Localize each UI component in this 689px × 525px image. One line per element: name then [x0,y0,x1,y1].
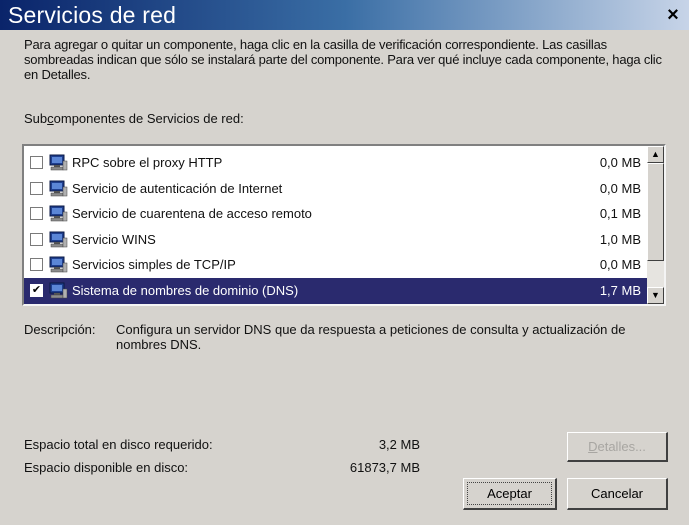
instructions-text: Para agregar o quitar un componente, hag… [24,37,662,82]
cancel-button[interactable]: Cancelar [567,478,668,510]
network-computer-icon [48,205,68,223]
scroll-thumb[interactable] [647,163,664,261]
item-size: 0,0 MB [599,257,641,272]
subcomponents-list[interactable]: RPC sobre el proxy HTTP 0,0 MB Servicio de… [22,144,666,306]
title-bar[interactable]: Servicios de red × [0,0,689,30]
item-checkbox[interactable] [30,156,43,169]
network-computer-icon [48,282,68,300]
description-label: Descripción: [24,322,96,337]
description-text: Configura un servidor DNS que da respues… [116,322,626,352]
item-label: Servicio de cuarentena de acceso remoto [72,206,312,221]
subcomponents-items: RPC sobre el proxy HTTP 0,0 MB Servicio de… [24,146,647,304]
available-space-value: 61873,7 MB [349,460,420,475]
required-space-value: 3,2 MB [378,437,420,452]
subcomponents-label-part: omponentes de Servicios de red: [53,111,244,126]
item-checkbox[interactable]: ✔ [30,283,43,297]
network-computer-icon [48,231,68,249]
scroll-down-button[interactable]: ▼ [647,287,664,304]
network-computer-icon [48,154,68,172]
item-label: Sistema de nombres de dominio (DNS) [72,282,299,298]
item-label: Servicios simples de TCP/IP [72,257,236,272]
item-size: 0,0 MB [599,155,641,170]
item-label: RPC sobre el proxy HTTP [72,155,223,170]
item-size: 0,0 MB [599,180,641,196]
window-title: Servicios de red [8,2,177,28]
network-computer-icon [48,180,68,198]
close-icon[interactable]: × [663,5,683,25]
item-checkbox[interactable] [30,181,43,195]
item-size: 0,1 MB [599,206,641,221]
list-item[interactable]: Servicio de autenticación de Internet 0,0… [24,176,647,202]
required-space-label: Espacio total en disco requerido: [24,437,213,452]
list-item[interactable]: Servicio WINS 1,0 MB [24,227,647,253]
item-checkbox[interactable] [30,232,43,246]
item-label: Servicio de autenticación de Internet [72,180,283,196]
subcomponents-label: Subcomponentes de Servicios de red: [24,111,244,126]
network-computer-icon [48,256,68,274]
list-scrollbar[interactable]: ▲ ▼ [647,146,664,304]
item-size: 1,7 MB [599,282,641,298]
scroll-up-button[interactable]: ▲ [647,146,664,163]
item-checkbox[interactable] [30,207,43,220]
details-button[interactable]: Detalles... [567,432,668,462]
network-services-dialog: Servicios de red × Para agregar o quitar… [0,0,689,525]
list-item[interactable]: Servicios simples de TCP/IP 0,0 MB [24,252,647,278]
list-item[interactable]: Servicio de cuarentena de acceso remoto 0… [24,201,647,227]
details-button-label: etalles... [597,439,646,454]
item-label: Servicio WINS [72,231,156,247]
available-space-label: Espacio disponible en disco: [24,460,189,475]
item-checkbox[interactable] [30,258,43,271]
subcomponents-label-part: Sub [24,111,48,126]
list-item[interactable]: RPC sobre el proxy HTTP 0,0 MB [24,150,647,176]
accept-button[interactable]: Aceptar [463,478,557,510]
item-size: 1,0 MB [599,231,641,247]
list-item[interactable]: ✔ Sistema de nombres de dominio (DNS) 1,7 … [24,277,647,304]
